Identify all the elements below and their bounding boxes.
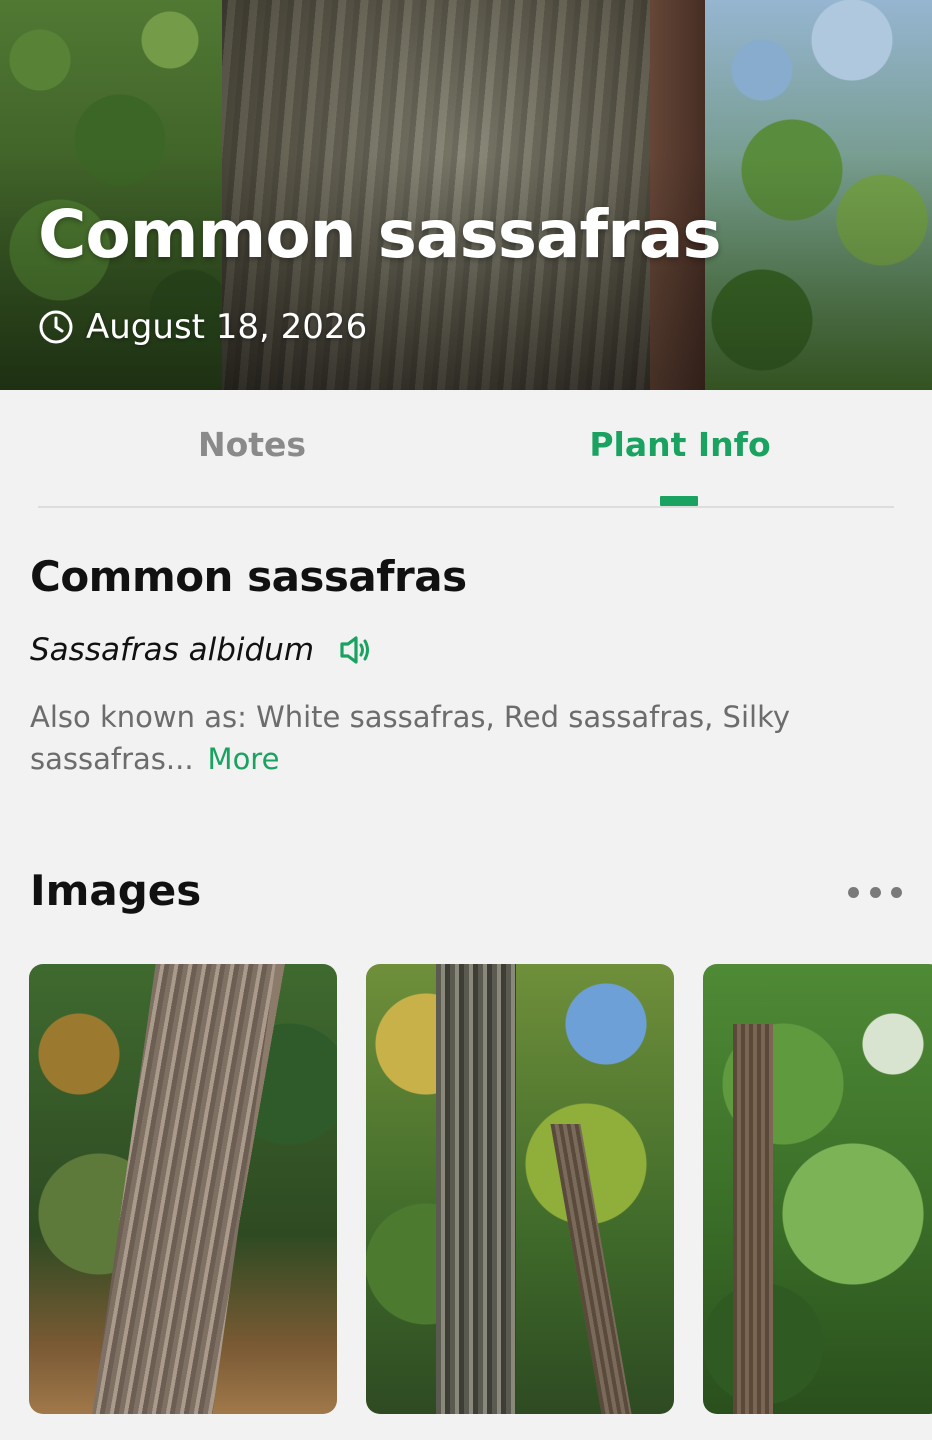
plant-common-name: Common sassafras [30,552,467,601]
hero-title: Common sassafras [38,196,722,273]
dot [848,886,859,898]
more-horizontal-icon[interactable] [848,878,902,906]
more-link[interactable]: More [208,742,280,776]
speaker-icon[interactable] [334,630,374,670]
images-section-title: Images [30,866,202,915]
tree-trunk-photo [92,964,276,1414]
scientific-name-row: Sassafras albidum [30,626,374,674]
image-thumbnail-3[interactable] [703,964,932,1414]
image-thumbnail-2[interactable] [366,964,674,1414]
also-known-as-text: Also known as: White sassafras, Red sass… [30,700,791,776]
hero-date: August 18, 2026 [86,307,368,347]
hero-header: Common sassafras August 18, 2026 [0,0,932,390]
foliage-photo [733,1024,773,1414]
tab-plant-info[interactable]: Plant Info [500,425,860,485]
plant-scientific-name: Sassafras albidum [30,632,315,668]
clock-icon [39,310,73,344]
tree-trunk-photo-secondary [550,1124,632,1414]
tab-notes[interactable]: Notes [72,425,432,485]
hero-date-row: August 18, 2026 [38,305,367,349]
also-known-as: Also known as: White sassafras, Red sass… [30,696,900,780]
dot [891,886,902,898]
tab-divider [38,506,894,508]
image-thumbnail-1[interactable] [29,964,337,1414]
dot [869,886,881,898]
images-carousel[interactable] [0,964,932,1414]
active-tab-indicator [660,496,698,506]
tree-trunk-photo [436,964,516,1414]
tab-bar: Notes Plant Info [0,390,932,508]
